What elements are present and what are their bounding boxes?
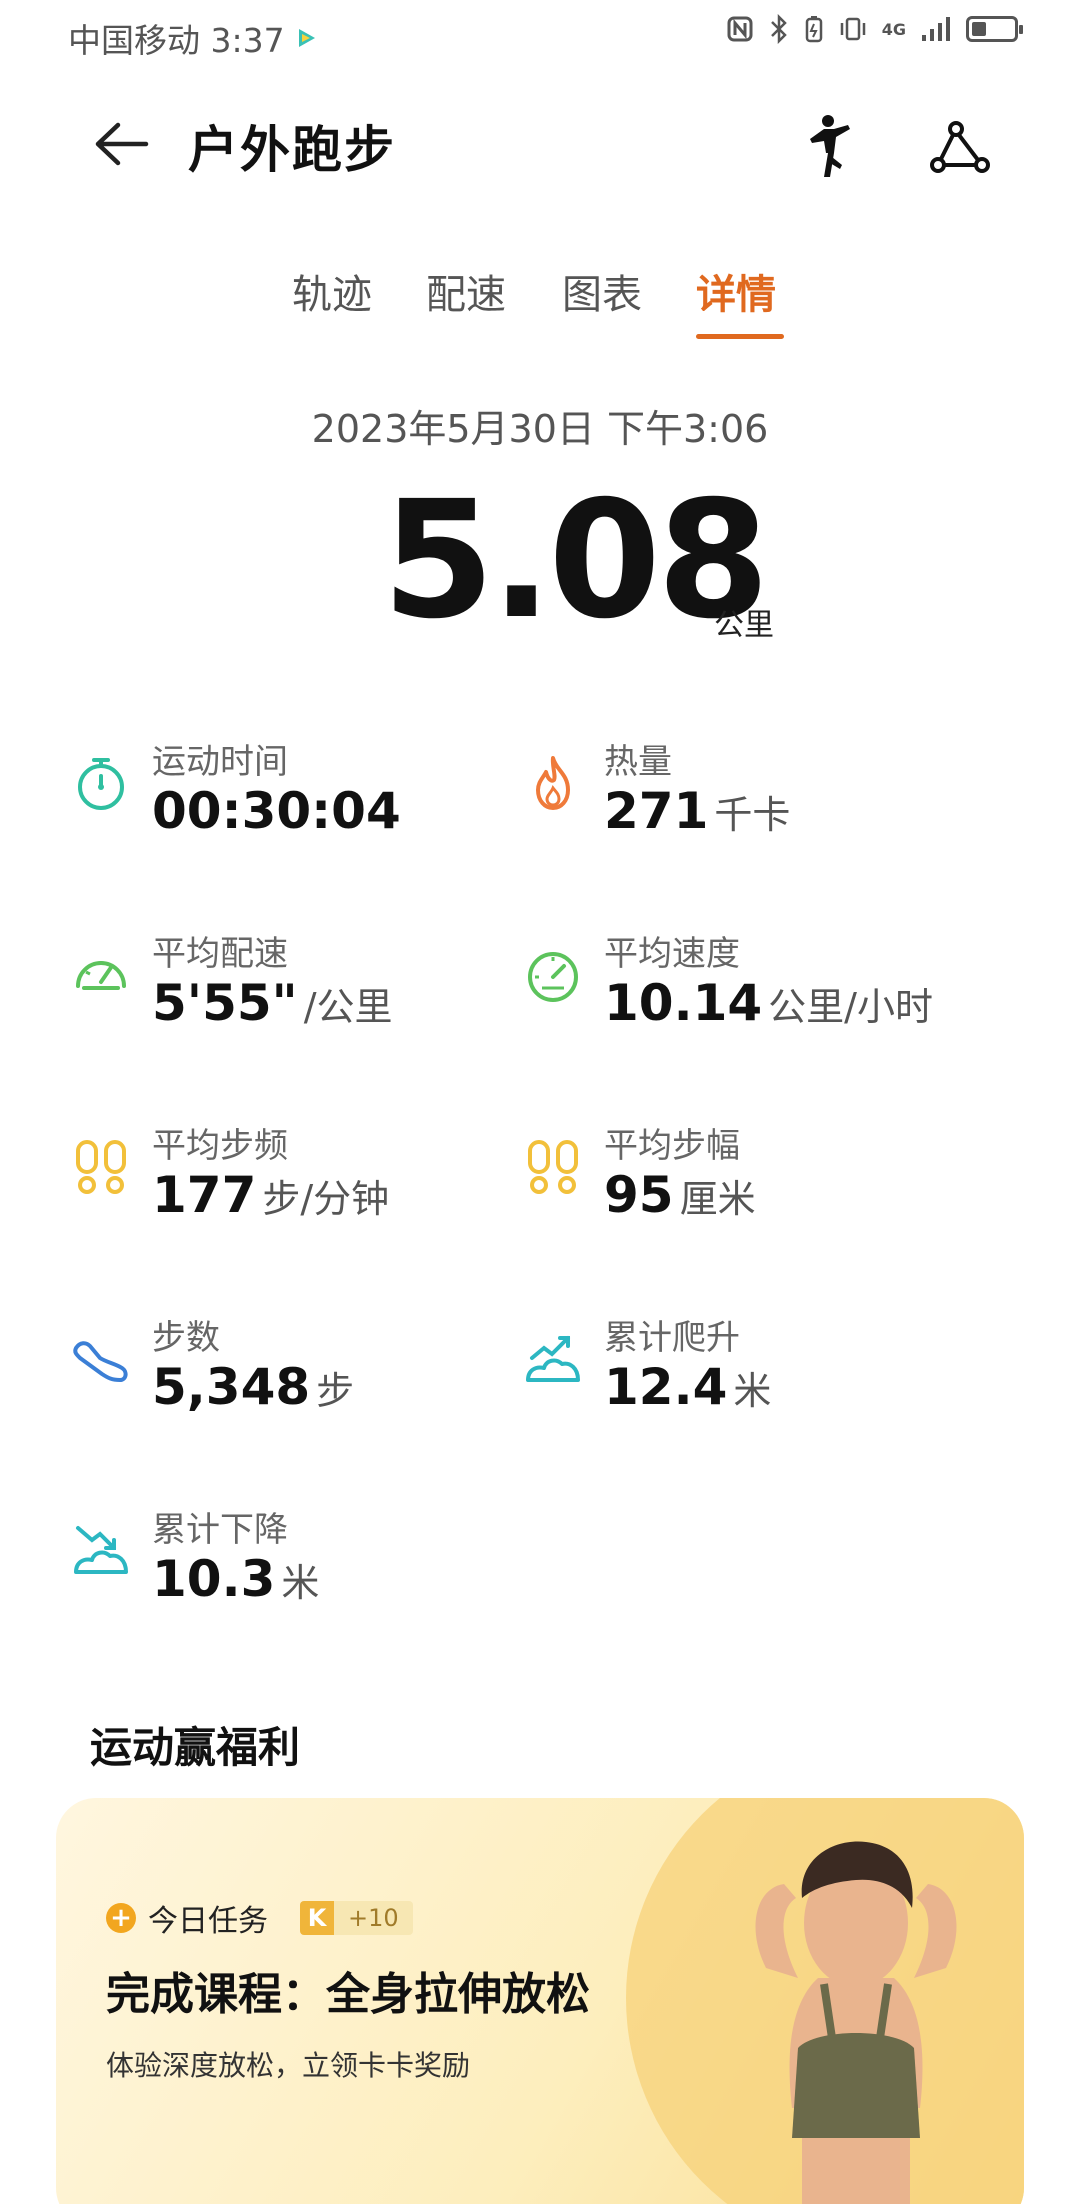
workout-date: 2023年5月30日 下午3:06 [311, 407, 769, 451]
stat-number: 10.14 [604, 974, 763, 1032]
network-type: 4G [881, 19, 906, 39]
promo-subtitle: 体验深度放松，立领卡卡奖励 [106, 2049, 471, 2082]
status-right: 4G [726, 14, 1023, 44]
stat-number: 177 [152, 1166, 257, 1224]
stat-unit: 千卡 [714, 793, 791, 837]
stat-label: 热量 [604, 742, 672, 782]
stat-label: 平均配速 [152, 934, 288, 974]
footprints-icon [528, 1140, 578, 1194]
route-icon [930, 121, 990, 173]
nfc-icon [727, 16, 753, 42]
stat-unit: /公里 [303, 985, 393, 1029]
stat-value: 271 千卡 [604, 782, 790, 840]
points-badge: K +10 [300, 1901, 413, 1935]
stat-value: 5'55"/公里 [152, 974, 393, 1032]
battery-saver-icon [805, 16, 822, 43]
back-arrow-icon [95, 122, 149, 166]
stat-number: 10.3 [152, 1550, 276, 1608]
tab-bar: 轨迹 配速 图表 详情 [0, 262, 1080, 352]
stat-number: 12.4 [604, 1358, 728, 1416]
bluetooth-icon [770, 14, 787, 44]
stat-value: 177 步/分钟 [152, 1166, 389, 1224]
stat-value: 10.3 米 [152, 1550, 319, 1608]
stat-number: 95 [604, 1166, 674, 1224]
stat-label: 平均步幅 [604, 1126, 740, 1166]
stat-value: 00:30:04 [152, 782, 407, 840]
stat-number: 5'55" [152, 974, 298, 1032]
tab-track[interactable]: 轨迹 [292, 262, 372, 320]
stat-number: 00:30:04 [152, 782, 401, 840]
daily-task-row: + 今日任务 K +10 [106, 1896, 413, 1940]
stat-label: 累计下降 [152, 1510, 288, 1550]
distance-value: 5.08 [382, 467, 770, 655]
distance-unit: 公里 [714, 608, 774, 643]
promo-title: 完成课程：全身拉伸放松 [106, 1969, 590, 2020]
status-bar: 中国移动 3:37 4G [0, 0, 1080, 66]
status-left: 中国移动 3:37 [68, 14, 317, 62]
active-tab-indicator [696, 334, 784, 339]
stat-label: 步数 [152, 1318, 220, 1358]
descent-icon [74, 1526, 128, 1574]
stat-label: 累计爬升 [604, 1318, 740, 1358]
shoe-icon [73, 1341, 128, 1382]
stat-unit: 厘米 [679, 1177, 756, 1221]
plus-icon: + [106, 1903, 136, 1933]
screen: 中国移动 3:37 4G 户外跑步 轨迹 配速 图表 详情 2023年5月30日… [0, 0, 1080, 2204]
back-button[interactable] [84, 114, 156, 174]
promo-model-image [755, 1841, 957, 2204]
rewards-section-title: 运动赢福利 [90, 1723, 301, 1772]
stopwatch-icon [78, 758, 124, 810]
stat-number: 271 [604, 782, 709, 840]
signal-icon [922, 17, 950, 41]
promo-card[interactable]: + 今日任务 K +10 完成课程：全身拉伸放松 体验深度放松，立领卡卡奖励 [56, 1798, 1024, 2204]
battery-icon [966, 16, 1023, 42]
stat-number: 5,348 [152, 1358, 311, 1416]
climb-icon [526, 1336, 580, 1382]
carrier-time: 中国移动 3:37 [68, 21, 285, 60]
stat-unit: 步/分钟 [262, 1177, 390, 1221]
stat-label: 平均速度 [604, 934, 740, 974]
stat-value: 95 厘米 [604, 1166, 756, 1224]
badge-letter: K [300, 1901, 334, 1935]
task-label: 今日任务 [148, 1904, 268, 1939]
speedometer-icon [76, 961, 126, 990]
stat-unit: 步 [316, 1369, 355, 1413]
page-title: 户外跑步 [188, 121, 396, 179]
badge-points: +10 [334, 1901, 413, 1935]
footprints-icon [76, 1140, 126, 1194]
route-button[interactable] [922, 112, 998, 182]
stat-unit: 米 [733, 1369, 772, 1413]
tab-chart[interactable]: 图表 [562, 262, 642, 320]
stat-unit: 公里/小时 [768, 985, 933, 1029]
flame-icon [536, 756, 570, 810]
stat-value: 12.4 米 [604, 1358, 771, 1416]
stat-unit: 米 [281, 1561, 320, 1605]
stat-label: 运动时间 [152, 742, 288, 782]
gauge-icon [528, 952, 578, 1002]
video-play-icon [298, 29, 315, 47]
battery-level [972, 22, 986, 36]
stat-value: 5,348 步 [152, 1358, 354, 1416]
stat-label: 平均步频 [152, 1126, 288, 1166]
share-runner-button[interactable] [796, 110, 862, 186]
app-header: 户外跑步 [0, 90, 1080, 200]
tab-details[interactable]: 详情 [696, 262, 776, 320]
runner-icon [810, 115, 850, 177]
vibrate-icon [840, 17, 865, 41]
stat-value: 10.14 公里/小时 [604, 974, 933, 1032]
tab-pace[interactable]: 配速 [426, 262, 506, 320]
